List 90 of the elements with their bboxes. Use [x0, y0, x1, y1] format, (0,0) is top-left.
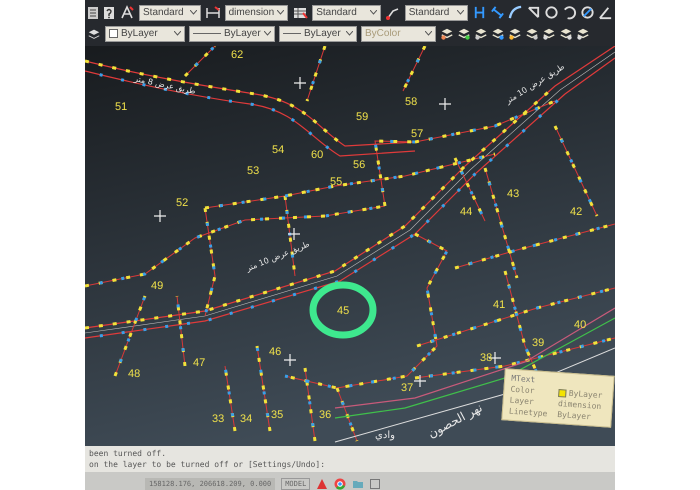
road-label: طريق عرض 10 متر: [244, 240, 311, 274]
highlight-circle: [310, 282, 376, 338]
place-label: وادي: [375, 430, 395, 441]
command-history-line: been turned off.: [89, 448, 168, 459]
parcel-number: 52: [176, 197, 188, 209]
parcel-number: 43: [507, 188, 520, 200]
parcel-number: 60: [311, 149, 324, 161]
crosshair-icon: [293, 76, 307, 90]
parcel-number: 59: [356, 111, 368, 123]
place-label: نهر الحصون: [426, 400, 485, 441]
parcel-number: 41: [493, 299, 506, 311]
tooltip-label: Linetype: [508, 406, 549, 419]
linetype-preview-icon: [193, 33, 221, 34]
parcel-number: 33: [212, 413, 224, 425]
road-label: طريق عرض 8 متر: [134, 74, 196, 96]
linear-dimension-icon[interactable]: [472, 5, 487, 20]
parcel-number: 62: [231, 49, 244, 61]
command-history-line: on the layer to be turned off or [Settings/Undo]:: [89, 459, 326, 470]
dimension-style-dropdown[interactable]: dimension: [224, 4, 288, 20]
crosshair-icon: [438, 97, 452, 111]
parcel-number: 38: [480, 352, 492, 364]
caret-icon: [277, 10, 284, 15]
parcel-number: 58: [405, 96, 418, 108]
diameter-icon[interactable]: [580, 5, 595, 20]
layer-stack-icon[interactable]: [457, 26, 471, 40]
aligned-dimension-icon[interactable]: [490, 5, 505, 20]
layer-stack-icon[interactable]: [440, 26, 454, 40]
app-icon[interactable]: [316, 478, 328, 490]
layer-icon[interactable]: [87, 26, 101, 40]
grid-icon[interactable]: [370, 479, 380, 489]
crosshair-icon: [283, 353, 297, 367]
layer-tool-icon[interactable]: [576, 26, 590, 40]
text-style-dropdown[interactable]: Standard: [139, 4, 201, 20]
lineweight-dropdown[interactable]: ByLayer: [279, 26, 357, 42]
arc-icon[interactable]: [508, 5, 523, 20]
browser-icon[interactable]: [334, 478, 346, 490]
parcel-number: 45: [337, 305, 350, 317]
parcel-number: 42: [570, 206, 582, 218]
tooltip-label: Color: [510, 384, 536, 396]
parcel-number: 46: [269, 346, 282, 358]
tooltip-label: Layer: [509, 396, 536, 408]
tooltip-value: dimension: [558, 399, 603, 412]
layer-stack-icon[interactable]: [525, 26, 539, 40]
parcel-number: 34: [240, 413, 252, 425]
multileader-style-dropdown[interactable]: Standard: [404, 4, 468, 20]
linetype-dropdown[interactable]: ByLayer: [189, 26, 275, 42]
parcel-number: 39: [532, 337, 544, 349]
road-label: طريق عرض 10 متر: [504, 62, 566, 106]
parcel-number: 54: [272, 144, 284, 156]
circle-icon[interactable]: [544, 5, 559, 20]
layer-tool-icon[interactable]: [542, 26, 556, 40]
layer-stack-icon[interactable]: [491, 26, 505, 40]
dimension-style-icon[interactable]: [204, 4, 221, 20]
tooltip-value: ByLayer: [556, 410, 592, 422]
crosshair-icon: [287, 227, 301, 241]
parcel-number: 56: [353, 159, 366, 171]
parcel-number: 57: [411, 128, 424, 140]
caret-icon: [457, 10, 464, 15]
caret-icon: [370, 10, 377, 15]
list-icon[interactable]: [87, 6, 99, 20]
crosshair-icon: [413, 374, 427, 388]
angle-icon[interactable]: [598, 5, 613, 20]
color-swatch-icon: [109, 29, 118, 38]
caret-icon: [346, 31, 353, 36]
table-style-dropdown[interactable]: Standard: [312, 4, 381, 20]
layer-stack-icon[interactable]: [474, 26, 488, 40]
parcel-number: 55: [330, 176, 342, 188]
caret-icon: [174, 31, 181, 36]
lineweight-preview-icon: [283, 33, 301, 34]
crosshair-icon: [153, 209, 167, 223]
help-icon[interactable]: [103, 6, 115, 20]
parcel-number: 37: [401, 382, 414, 394]
tooltip-value: ByLayer: [558, 388, 607, 400]
parcel-number: 49: [151, 280, 164, 292]
layer-stack-icon[interactable]: [508, 26, 522, 40]
parcel-number: 44: [460, 206, 472, 218]
text-style-icon[interactable]: [119, 4, 135, 20]
tooltip-title: MText: [510, 374, 537, 386]
layer-tool-icon[interactable]: [559, 26, 573, 40]
parcel-number: 47: [193, 357, 206, 369]
parcel-number: 36: [319, 409, 332, 421]
parcel-number: 40: [574, 319, 586, 331]
parcel-number: 51: [115, 101, 128, 113]
caret-icon: [264, 31, 271, 36]
caret-icon: [425, 31, 432, 36]
caret-icon: [190, 10, 197, 15]
color-dropdown[interactable]: ByLayer: [105, 26, 185, 42]
parcel-number: 53: [247, 165, 260, 177]
parcel-number: 48: [128, 368, 140, 380]
parcel-number: 35: [271, 409, 284, 421]
